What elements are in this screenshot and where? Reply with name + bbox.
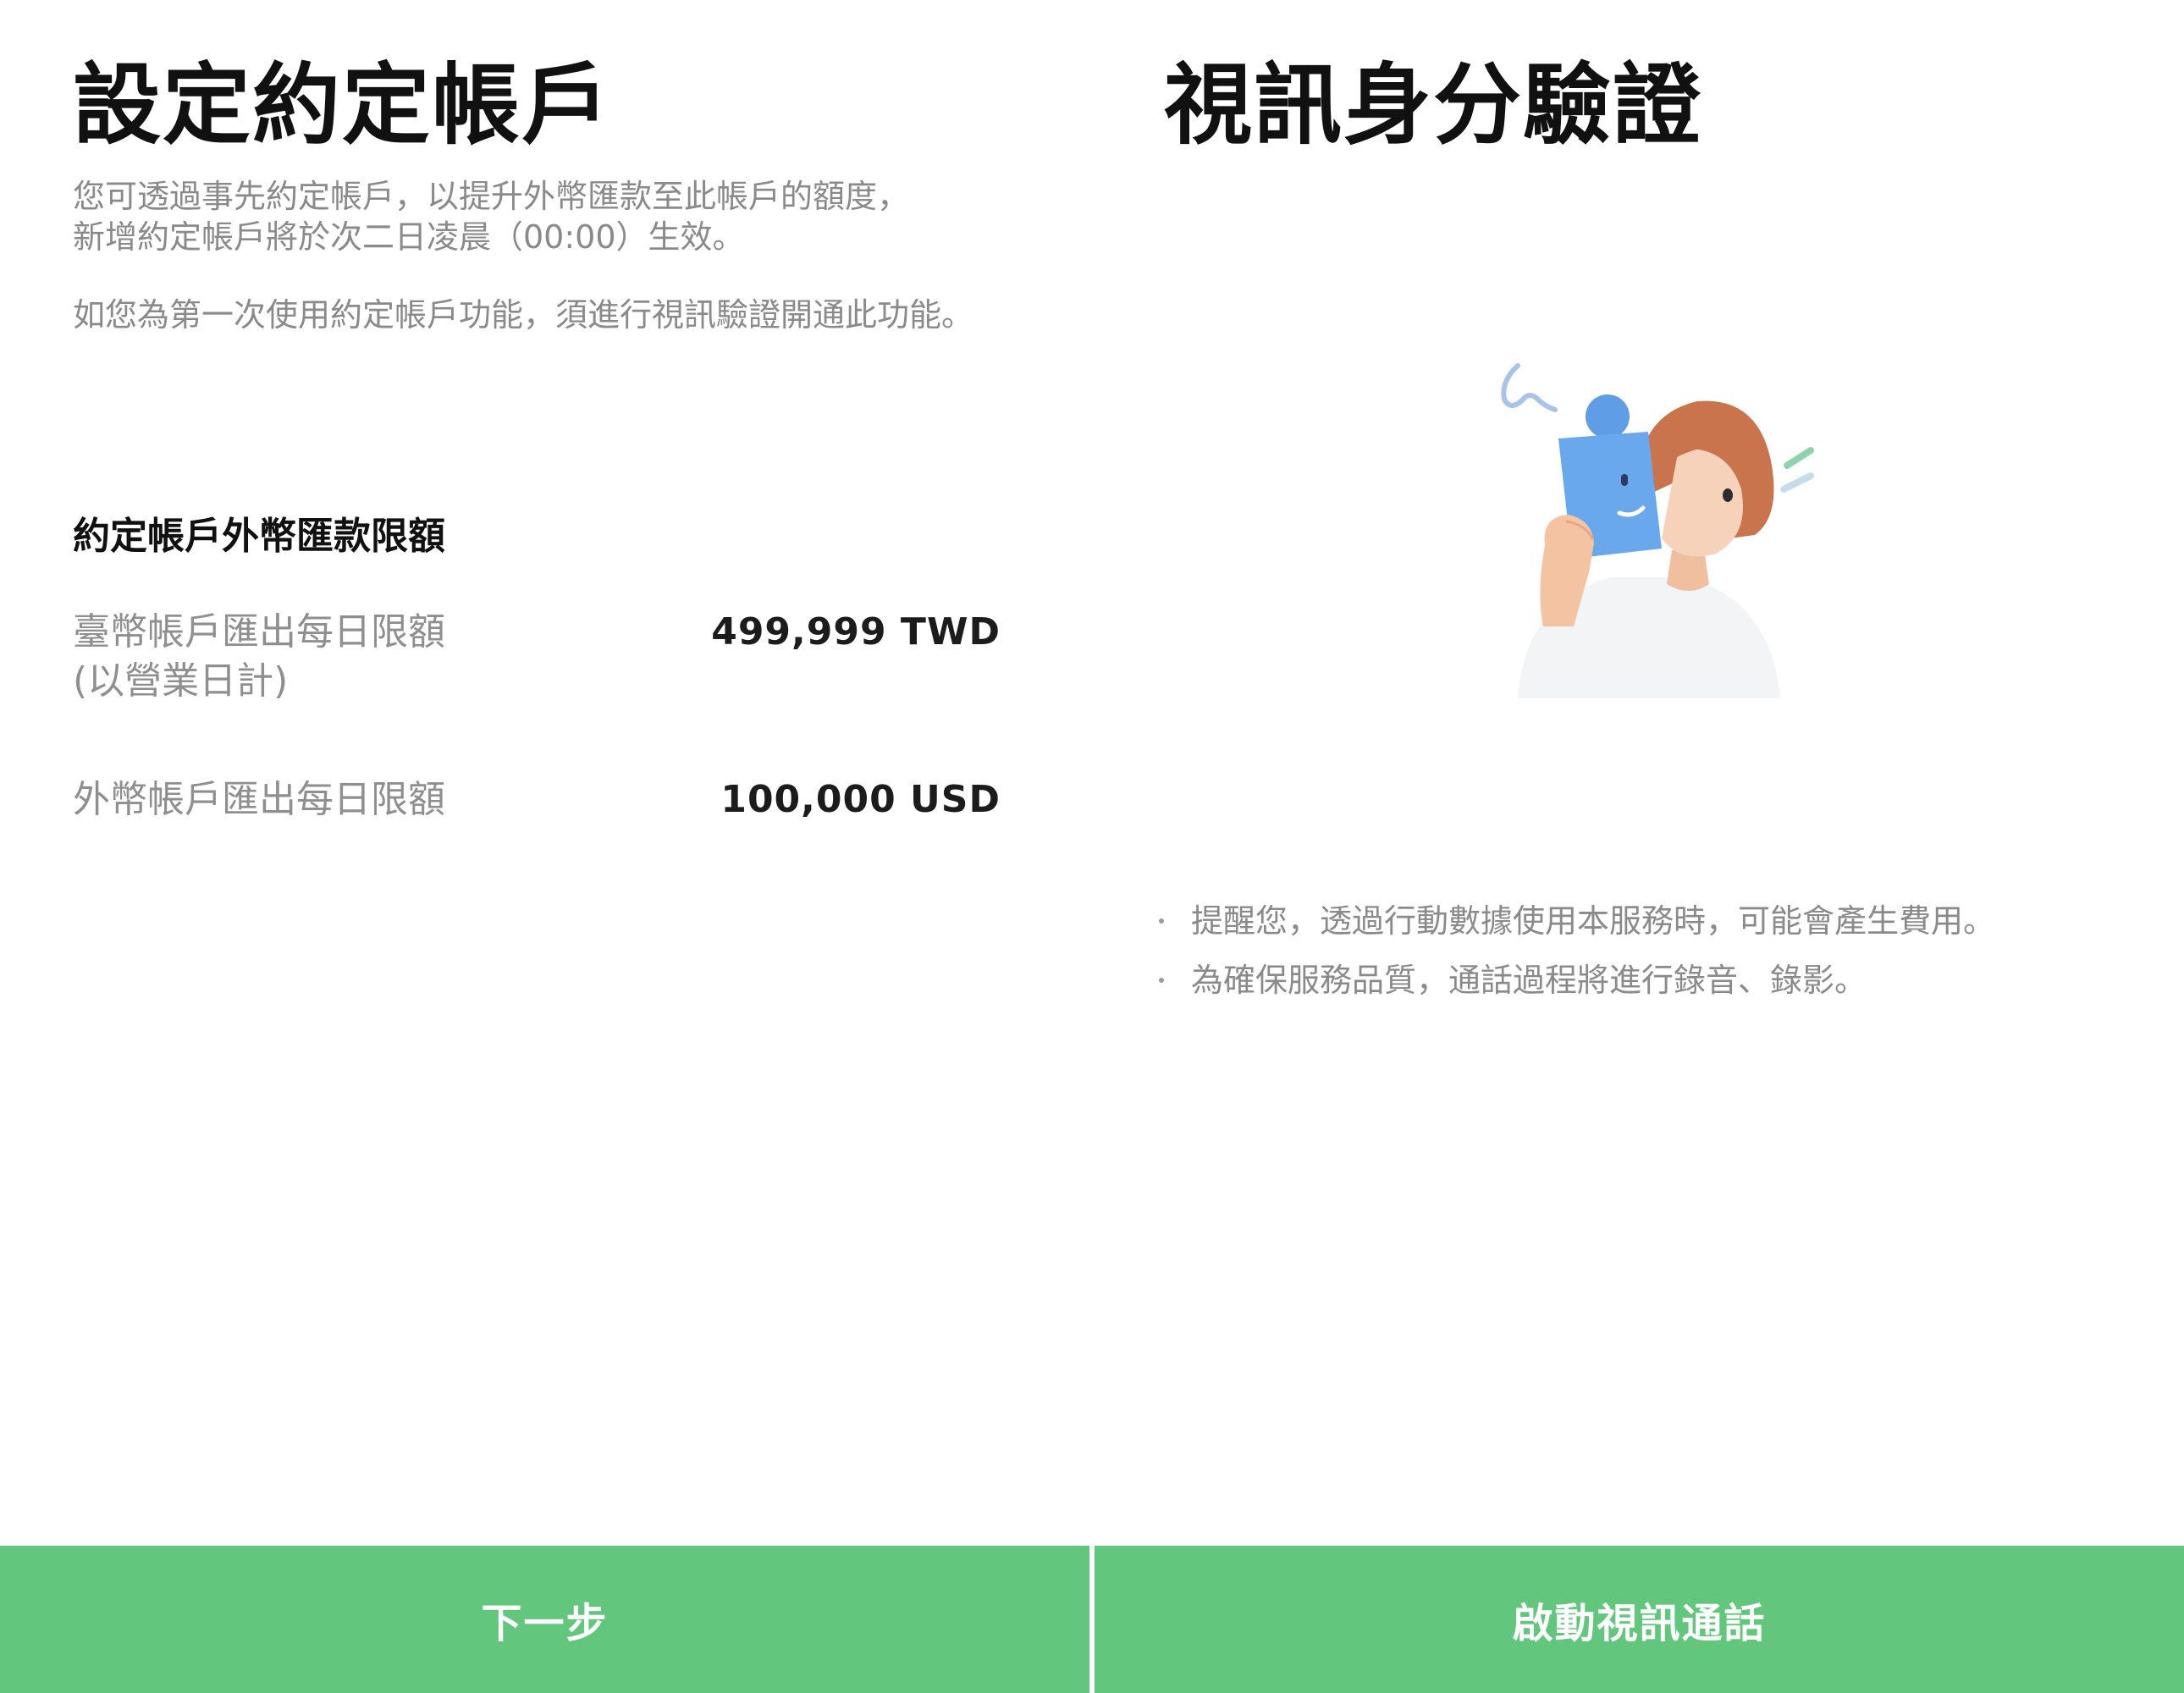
description-line-1: 您可透過事先約定帳戶，以提升外幣匯款至此帳戶的額度， [73,178,910,215]
notice-item: 提醒您，透過行動數據使用本服務時，可能會產生費用。 [1159,901,1995,941]
neck-shape [1667,550,1709,591]
page-title: 視訊身分驗證 [1164,53,1703,157]
dash-decoration-shape [1780,472,1814,493]
limit-label-note: (以營業日計) [73,659,289,703]
page-title: 設定約定帳戶 [73,53,612,157]
puzzle-knob-shape [1586,394,1630,438]
person-holding-puzzle-illustration [1501,363,1814,698]
puzzle-eye-shape [1621,474,1628,486]
limits-section-heading: 約定帳戶外幣匯款限額 [73,515,445,558]
next-step-button[interactable]: 下一步 [0,1546,1089,1693]
description-line-2: 新增約定帳戶將於次二日凌晨（00:00）生效。 [73,218,745,256]
notice-text: 為確保服務品質，通話過程將進行錄音、錄影。 [1191,962,1867,999]
limit-label: 臺幣帳戶匯出每日限額 [73,610,445,653]
notice-text: 提醒您，透過行動數據使用本服務時，可能會產生費用。 [1191,902,1996,940]
description-line-3: 如您為第一次使用約定帳戶功能，須進行視訊驗證開通此功能。 [73,296,974,334]
designated-account-panel: 設定約定帳戶 您可透過事先約定帳戶，以提升外幣匯款至此帳戶的額度， 新增約定帳戶… [0,0,1089,1693]
limit-value: 100,000 USD [720,778,1001,821]
limit-label: 外幣帳戶匯出每日限額 [73,778,445,821]
limit-value: 499,999 TWD [711,610,1001,653]
notice-list: 提醒您，透過行動數據使用本服務時，可能會產生費用。 為確保服務品質，通話過程將進… [1159,901,1995,1019]
bullet-dot-icon [1159,918,1164,924]
swirl-decoration-shape [1501,363,1558,412]
start-video-call-button[interactable]: 啟動視訊通話 [1095,1546,2184,1693]
video-verification-panel: 視訊身分驗證 提醒您，透過行動數據使用本服務時，可能會產生費用。 為確保服務品質… [1095,0,2184,1693]
dash-decoration-shape [1784,447,1814,469]
eye-shape [1723,488,1733,502]
bullet-dot-icon [1159,978,1164,983]
notice-item: 為確保服務品質，通話過程將進行錄音、錄影。 [1159,960,1995,1001]
app-root: 設定約定帳戶 您可透過事先約定帳戶，以提升外幣匯款至此帳戶的額度， 新增約定帳戶… [0,0,2184,1693]
